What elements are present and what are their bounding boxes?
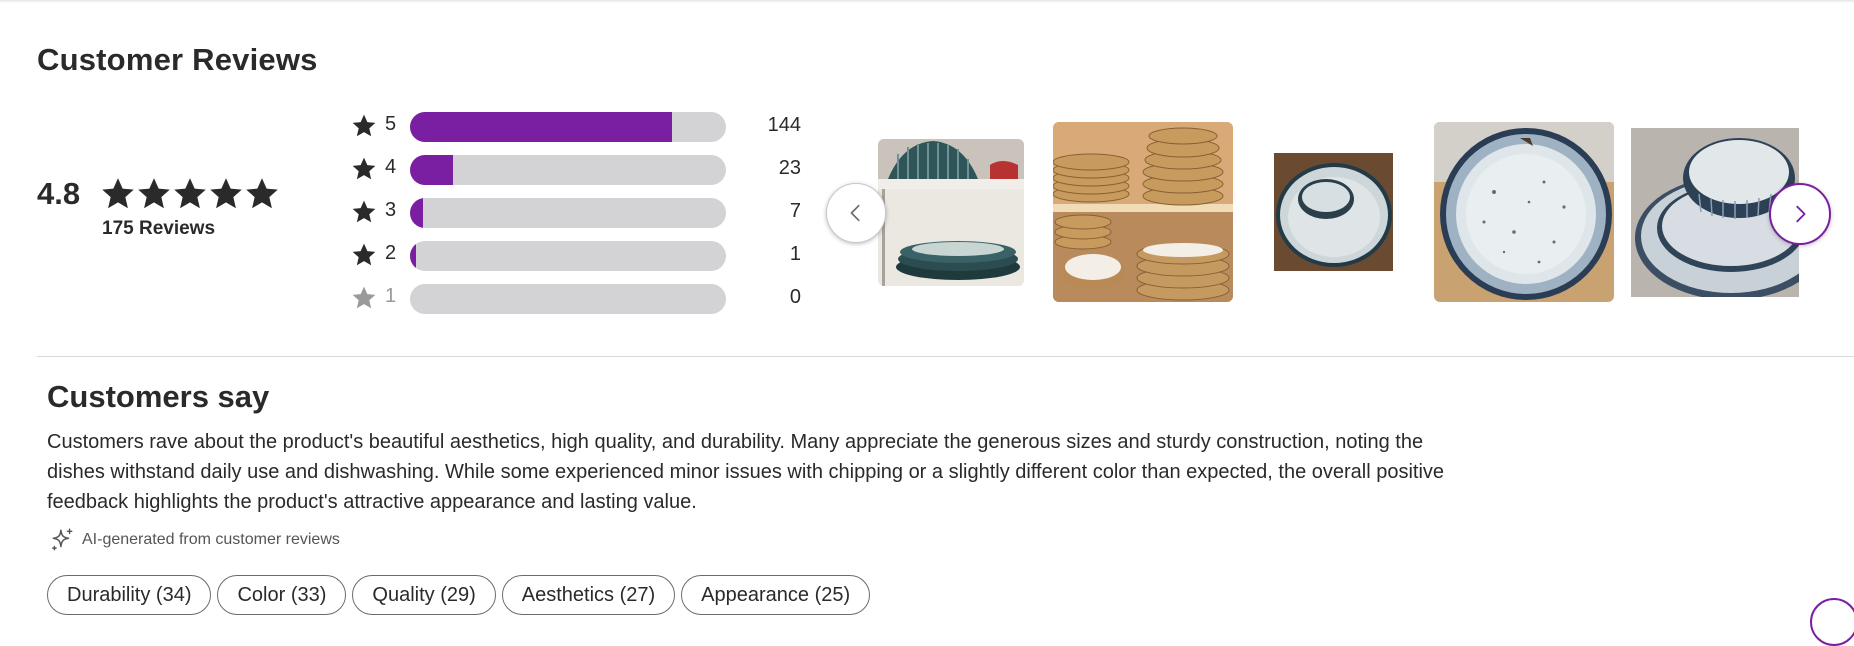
star-icon [352,286,376,309]
photo-shelf-teal-dishes [878,139,1024,286]
rating-row-3[interactable]: 3 7 [351,196,801,228]
photo-speckled-plate [1434,122,1614,302]
section-divider [37,356,1854,357]
star-icon [352,200,376,223]
rating-bar [410,155,726,185]
review-photo[interactable] [1434,122,1614,302]
topic-chip-aesthetics[interactable]: Aesthetics (27) [501,575,676,615]
chevron-right-icon [1796,205,1806,223]
rating-level: 4 [385,156,397,178]
topic-chip-color[interactable]: Color (33) [217,575,347,615]
star-icon [352,157,376,180]
average-stars [100,176,280,212]
chevron-left-icon [850,204,860,222]
photo-bowl-on-plate [1274,153,1393,271]
rating-bar-fill [410,241,416,271]
topic-chip-quality[interactable]: Quality (29) [352,575,496,615]
topic-chip-appearance[interactable]: Appearance (25) [681,575,871,615]
rating-bar-fill [410,112,673,142]
average-rating: 4.8 [37,176,81,211]
star-icon [352,114,376,137]
rating-count: 144 [767,114,801,136]
header-shadow [0,0,1854,3]
rating-bar [410,284,726,314]
rating-bar-fill [410,198,423,228]
rating-bar [410,198,726,228]
rating-level: 2 [385,242,397,264]
rating-level: 3 [385,199,397,221]
review-photo[interactable] [1274,153,1393,271]
rating-count: 7 [789,200,801,222]
review-photo[interactable] [878,139,1024,286]
star-icon [210,178,242,209]
star-icon [102,178,134,209]
rating-count: 23 [778,157,801,179]
ai-note: AI-generated from customer reviews [49,527,340,553]
rating-bar-fill [410,155,453,185]
ai-note-text: AI-generated from customer reviews [82,531,340,548]
star-icon [246,178,278,209]
rating-bar [410,241,726,271]
review-count: 175 Reviews [102,218,216,239]
section-title: Customer Reviews [37,42,318,77]
star-icon [174,178,206,209]
rating-bar [410,112,726,142]
star-icon [352,243,376,266]
carousel-next-button[interactable] [1769,183,1831,245]
topic-chips: Durability (34) Color (33) Quality (29) … [47,575,871,615]
topic-chip-durability[interactable]: Durability (34) [47,575,212,615]
sparkle-icon [52,528,73,551]
rating-row-1: 1 0 [351,282,801,314]
rating-level: 1 [385,285,397,307]
photo-shelf-stacked-bowls [1053,122,1233,302]
rating-row-2[interactable]: 2 1 [351,239,801,271]
rating-row-5[interactable]: 5 144 [351,110,801,142]
customers-say-title: Customers say [47,379,270,414]
rating-count: 1 [789,243,801,265]
customers-say-summary: Customers rave about the product's beaut… [47,431,1445,513]
rating-level: 5 [385,113,397,135]
review-photo[interactable] [1053,122,1233,302]
carousel-prev-button[interactable] [826,183,886,243]
scroll-next-button[interactable] [1810,598,1854,646]
rating-row-4[interactable]: 4 23 [351,153,801,185]
rating-count: 0 [789,286,801,308]
star-icon [138,178,170,209]
